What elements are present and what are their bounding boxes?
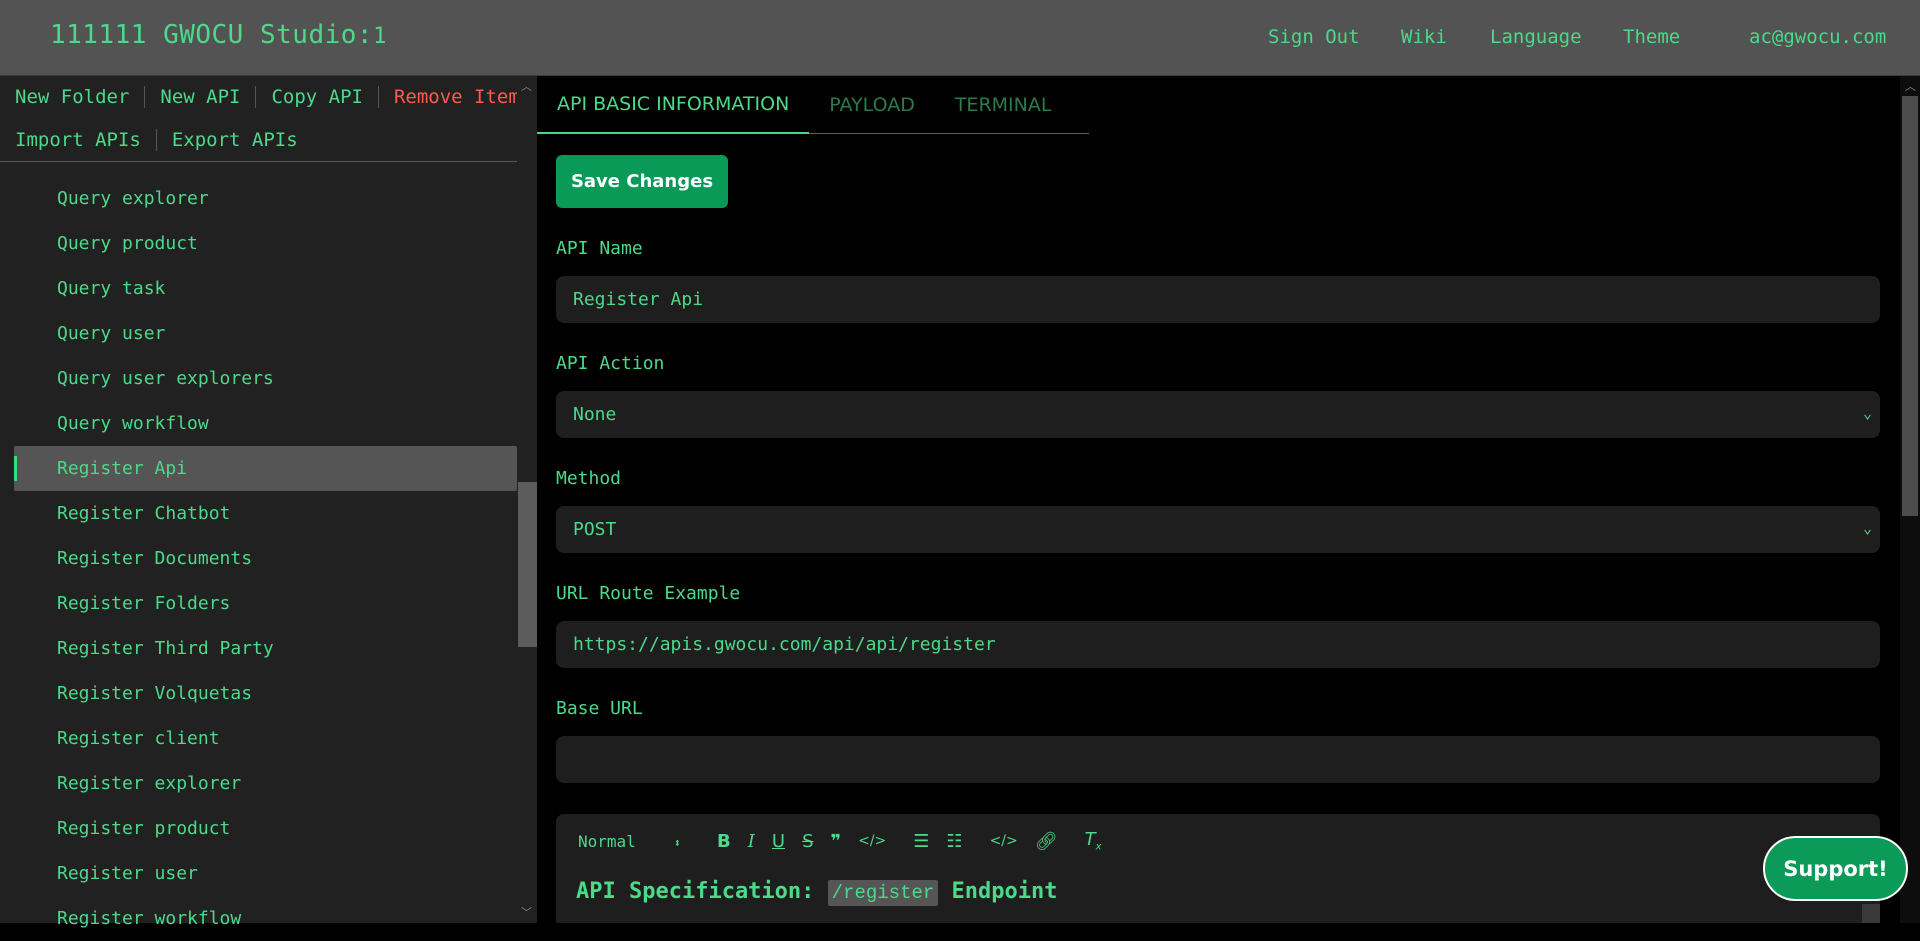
api-list-item[interactable]: Register workflow [0, 896, 517, 941]
link-icon[interactable]: 🔗︎ [1035, 831, 1058, 852]
api-list-item[interactable]: Register product [0, 806, 517, 851]
api-list-item[interactable]: Query user [0, 311, 517, 356]
api-list-item[interactable]: Register Chatbot [0, 491, 517, 536]
api-list-item[interactable]: Register explorer [0, 761, 517, 806]
tab-bar: API BASIC INFORMATION PAYLOAD TERMINAL [537, 76, 1089, 134]
spec-heading-prefix: API Specification: [576, 879, 828, 904]
api-list-item[interactable]: Query user explorers [0, 356, 517, 401]
new-api-button[interactable]: New API [145, 86, 257, 108]
sidebar-scroll-thumb[interactable] [518, 482, 537, 647]
rich-text-editor[interactable]: Normal ⬍ B I U S ❞ </> ☰ ☷ </> 🔗︎ Tx API … [556, 814, 1880, 923]
url-route-input[interactable]: https://apis.gwocu.com/api/api/register [556, 621, 1880, 668]
api-list-item[interactable]: Register user [0, 851, 517, 896]
api-list-item[interactable]: Query explorer [0, 176, 517, 221]
api-list-item[interactable]: Query workflow [0, 401, 517, 446]
base-url-label: Base URL [556, 698, 643, 719]
underline-icon[interactable]: U [772, 831, 785, 852]
api-name-label: API Name [556, 238, 643, 259]
sidebar-divider [0, 161, 517, 162]
blockquote-icon[interactable]: ❞ [831, 831, 842, 852]
scroll-up-arrow-icon[interactable]: ︿ [521, 78, 532, 94]
format-select-value: Normal [578, 831, 636, 851]
wiki-link[interactable]: Wiki [1401, 26, 1447, 48]
save-changes-button[interactable]: Save Changes [556, 155, 728, 208]
ordered-list-icon[interactable]: ☰ [913, 831, 929, 852]
api-list: Query explorer Query product Query task … [0, 176, 517, 941]
api-action-value: None [573, 404, 617, 425]
chevron-down-icon: ⌄ [1862, 404, 1872, 422]
sidebar-scrollbar[interactable]: ︿ ﹀ [517, 76, 537, 923]
tab-payload[interactable]: PAYLOAD [809, 76, 935, 134]
user-email-link[interactable]: ac@gwocu.com [1749, 26, 1886, 48]
scroll-down-arrow-icon[interactable]: ﹀ [521, 904, 532, 920]
api-list-item[interactable]: Register client [0, 716, 517, 761]
bullet-list-icon[interactable]: ☷ [946, 831, 962, 852]
api-list-item[interactable]: Query task [0, 266, 517, 311]
base-url-input[interactable] [556, 736, 1880, 783]
tab-terminal[interactable]: TERMINAL [935, 76, 1072, 134]
api-name-input[interactable]: Register Api [556, 276, 1880, 323]
scroll-up-arrow-icon[interactable]: ︿ [1905, 78, 1916, 94]
api-list-item-selected[interactable]: Register Api [14, 446, 517, 491]
sidebar-toolbar-row-1: New Folder New API Copy API Remove Item [0, 82, 535, 112]
copy-api-button[interactable]: Copy API [256, 86, 379, 108]
api-list-item[interactable]: Register Documents [0, 536, 517, 581]
api-list-item[interactable]: Register Folders [0, 581, 517, 626]
top-header: 111111 GWOCU Studio:1 Sign Out Wiki Lang… [0, 0, 1920, 76]
italic-icon[interactable]: I [748, 831, 755, 852]
code-block-icon[interactable]: </> [990, 833, 1018, 849]
editor-content[interactable]: API Specification: /register Endpoint [576, 879, 1058, 906]
app-version: 1 [373, 24, 387, 49]
main-scrollbar[interactable]: ︿ [1900, 76, 1920, 923]
url-route-label: URL Route Example [556, 583, 741, 604]
import-apis-button[interactable]: Import APIs [0, 129, 157, 151]
format-select[interactable]: Normal ⬍ [578, 832, 681, 851]
new-folder-button[interactable]: New Folder [0, 86, 146, 108]
api-action-select[interactable]: None ⌄ [556, 391, 1880, 438]
spec-heading-code: /register [827, 880, 939, 906]
app-title: 111111 GWOCU Studio:1 [50, 20, 387, 50]
code-inline-icon[interactable]: </> [858, 833, 886, 849]
app-title-text: 111111 GWOCU Studio: [50, 20, 374, 50]
spec-heading-suffix: Endpoint [938, 879, 1058, 904]
tab-api-basic-information[interactable]: API BASIC INFORMATION [537, 76, 810, 134]
sidebar-toolbar-row-2: Import APIs Export APIs [0, 125, 313, 155]
api-list-item[interactable]: Query product [0, 221, 517, 266]
up-down-icon: ⬍ [673, 835, 682, 850]
main-scroll-thumb[interactable] [1902, 96, 1918, 516]
export-apis-button[interactable]: Export APIs [157, 129, 313, 151]
language-link[interactable]: Language [1490, 26, 1582, 48]
strikethrough-icon[interactable]: S [802, 831, 813, 852]
method-value: POST [573, 519, 617, 540]
method-select[interactable]: POST ⌄ [556, 506, 1880, 553]
api-action-label: API Action [556, 353, 665, 374]
editor-scrollbar[interactable] [1862, 904, 1880, 923]
theme-link[interactable]: Theme [1623, 26, 1680, 48]
main-panel: API BASIC INFORMATION PAYLOAD TERMINAL S… [537, 76, 1900, 923]
bold-icon[interactable]: B [717, 831, 731, 852]
chevron-down-icon: ⌄ [1862, 519, 1872, 537]
api-list-item[interactable]: Register Third Party [0, 626, 517, 671]
remove-item-button[interactable]: Remove Item [379, 86, 535, 108]
editor-toolbar: Normal ⬍ B I U S ❞ </> ☰ ☷ </> 🔗︎ Tx [578, 824, 1119, 858]
method-label: Method [556, 468, 622, 489]
sign-out-link[interactable]: Sign Out [1268, 26, 1360, 48]
support-button[interactable]: Support! [1763, 836, 1908, 901]
api-list-item[interactable]: Register Volquetas [0, 671, 517, 716]
clear-format-icon[interactable]: Tx [1085, 829, 1102, 853]
